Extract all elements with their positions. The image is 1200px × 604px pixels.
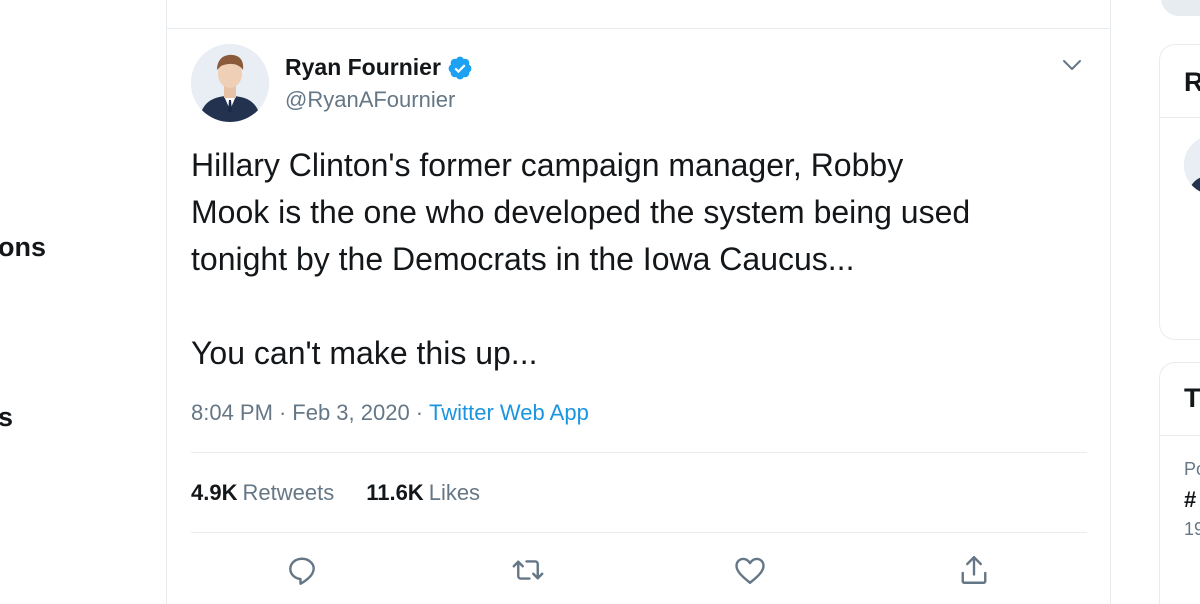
- chevron-down-icon[interactable]: [1059, 54, 1085, 76]
- trend-hashtag[interactable]: #: [1184, 487, 1196, 513]
- verified-badge-icon: [448, 56, 472, 79]
- card-title: R: [1184, 67, 1200, 97]
- author-name-row: Ryan Fournier: [285, 54, 473, 81]
- likes-count: 11.6K: [366, 480, 424, 505]
- retweets-stat[interactable]: 4.9K Retweets: [191, 480, 334, 506]
- avatar[interactable]: [191, 44, 269, 122]
- author-name[interactable]: Ryan Fournier: [285, 54, 441, 81]
- reply-icon: [289, 557, 315, 585]
- tweet-detail-column: Ryan Fournier @RyanAFournier Hillary Cli…: [166, 0, 1111, 604]
- trends-card: T Po # 19: [1159, 362, 1200, 604]
- divider: [167, 28, 1110, 29]
- tweet-actions: [167, 552, 1110, 592]
- share-button[interactable]: [956, 552, 992, 588]
- left-nav: ons s: [0, 0, 166, 604]
- author-handle[interactable]: @RyanAFournier: [285, 87, 473, 113]
- card-title: T: [1184, 383, 1200, 413]
- relevant-people-card: R: [1159, 44, 1200, 340]
- retweets-label: Retweets: [242, 480, 335, 505]
- likes-label: Likes: [428, 480, 481, 505]
- search-box[interactable]: [1161, 0, 1200, 16]
- divider: [1160, 117, 1200, 118]
- profile-photo-icon: [1184, 135, 1200, 195]
- share-icon: [961, 556, 987, 584]
- retweets-count: 4.9K: [191, 480, 238, 505]
- likes-stat[interactable]: 11.6K Likes: [366, 480, 480, 506]
- retweet-icon: [512, 560, 544, 580]
- tweet-author: Ryan Fournier @RyanAFournier: [285, 54, 473, 113]
- reply-button[interactable]: [284, 552, 320, 588]
- tweet-date[interactable]: Feb 3, 2020: [292, 400, 409, 425]
- like-icon: [735, 557, 765, 584]
- tweet-meta: 8:04 PM · Feb 3, 2020 · Twitter Web App: [191, 400, 589, 426]
- nav-item-lists[interactable]: s: [0, 402, 13, 433]
- divider: [191, 452, 1087, 453]
- trend-context: Po: [1184, 459, 1200, 479]
- tweet-time[interactable]: 8:04 PM: [191, 400, 273, 425]
- nav-item-notifications[interactable]: ons: [0, 232, 46, 263]
- tweet-text: Hillary Clinton's former campaign manage…: [191, 147, 971, 371]
- divider: [1160, 435, 1200, 436]
- profile-photo-icon: [191, 44, 269, 122]
- trend-count: 19: [1184, 519, 1200, 539]
- meta-separator: ·: [415, 400, 424, 425]
- avatar[interactable]: [1184, 135, 1200, 195]
- tweet-source-link[interactable]: Twitter Web App: [429, 400, 589, 425]
- like-button[interactable]: [732, 552, 768, 588]
- retweet-button[interactable]: [510, 552, 546, 588]
- divider: [191, 532, 1087, 533]
- right-sidebar: R T Po # 19: [1111, 0, 1200, 604]
- tweet-stats: 4.9K Retweets 11.6K Likes: [191, 480, 480, 506]
- meta-separator: ·: [278, 400, 287, 425]
